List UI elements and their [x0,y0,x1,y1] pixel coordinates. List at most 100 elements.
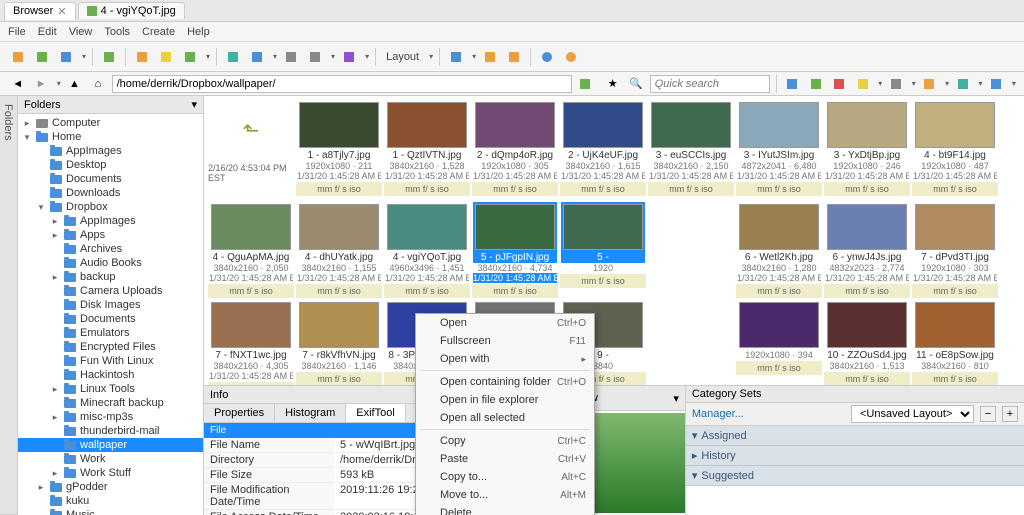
category-group-history[interactable]: ▸History [686,446,1024,466]
tab-browser[interactable]: Browser ✕ [4,2,76,20]
thumbnail[interactable]: 4 - bt9F14.jpg 1920x1080 · 487 1/31/20 1… [912,100,998,200]
new-icon[interactable] [8,47,28,67]
thumbnail[interactable]: 3 - IYutJSIm.jpg 4872x2041 · 6,480 1/31/… [736,100,822,200]
tree-item[interactable]: ▸Work Stuff [18,466,203,480]
thumbnail[interactable]: 3 - euSCCIs.jpg 3840x2160 · 2,150 1/31/2… [648,100,734,200]
context-fullscreen[interactable]: FullscreenF11 [416,332,594,350]
context-paste[interactable]: PasteCtrl+V [416,450,594,468]
thumbnail[interactable]: 5 - pJFgpIN.jpg 3840x2160 · 4,734 1/31/2… [472,202,558,298]
path-input[interactable] [112,75,572,93]
copy-icon[interactable] [156,47,176,67]
flag-green-icon[interactable] [806,74,825,94]
tree-toggle-icon[interactable]: ▸ [50,216,60,227]
flag-red-icon[interactable] [830,74,849,94]
info-tab-properties[interactable]: Properties [204,404,275,422]
menu-create[interactable]: Create [142,26,175,38]
search-input[interactable] [650,75,770,93]
globe-icon[interactable] [537,47,557,67]
tag-yellow-icon[interactable] [853,74,872,94]
thumbnail[interactable]: 11 - oE8pSow.jpg 3840x2160 · 810 mm f/ s… [912,300,998,385]
context-open-containing-folder[interactable]: Open containing folderCtrl+O [416,373,594,391]
context-open-in-file-explorer[interactable]: Open in file explorer [416,391,594,409]
context-open-all-selected[interactable]: Open all selected [416,409,594,427]
category-remove-button[interactable]: − [980,406,996,422]
pin-icon[interactable] [783,74,802,94]
tree-item[interactable]: Camera Uploads [18,284,203,298]
tree-item[interactable]: ▸AppImages [18,214,203,228]
thumbnail[interactable]: 5 - 1920 mm f/ s iso [560,202,646,298]
tree-item[interactable]: kuku [18,494,203,508]
preview-options-icon[interactable]: ▾ [673,392,679,405]
tree-item[interactable]: ▸Linux Tools [18,382,203,396]
tree-item[interactable]: thunderbird-mail [18,424,203,438]
rotate-left-icon[interactable] [480,47,500,67]
thumbnail[interactable]: 1 - a8Tjly7.jpg 1920x1080 · 211 1/31/20 … [296,100,382,200]
tree-item[interactable]: ▸backup [18,270,203,284]
help-icon[interactable] [561,47,581,67]
tree-toggle-icon[interactable]: ▾ [36,202,46,213]
tree-item[interactable]: Audio Books [18,256,203,270]
panel-options-icon[interactable]: ▾ [191,98,197,111]
thumbnail[interactable]: 4 - QguApMA.jpg 3840x2160 · 2,050 1/31/2… [208,202,294,298]
close-icon[interactable]: ✕ [57,5,66,18]
tree-item[interactable]: Fun With Linux [18,354,203,368]
up-directory[interactable]: ⬑2/16/20 4:53:04 PM EST [208,100,294,200]
home-icon[interactable]: ⌂ [88,74,107,94]
tree-item[interactable]: AppImages [18,144,203,158]
tree-item[interactable]: Emulators [18,326,203,340]
context-move-to[interactable]: Move to...Alt+M [416,486,594,504]
context-copy[interactable]: CopyCtrl+C [416,432,594,450]
tree-item[interactable]: Music [18,508,203,515]
thumbnail[interactable]: 7 - dPvd3TI.jpg 1920x1080 · 303 1/31/20 … [912,202,998,298]
tree-item[interactable]: Documents [18,172,203,186]
tree-item[interactable]: Archives [18,242,203,256]
thumbnail[interactable]: 7 - fNXT1wc.jpg 3840x2160 · 4,305 1/31/2… [208,300,294,385]
category-add-button[interactable]: + [1002,406,1018,422]
grid-icon[interactable] [281,47,301,67]
sort-icon[interactable] [305,47,325,67]
tree-item[interactable]: ▸Computer [18,116,203,130]
tree-item[interactable]: Work [18,452,203,466]
context-copy-to[interactable]: Copy to...Alt+C [416,468,594,486]
tree-toggle-icon[interactable]: ▾ [22,132,32,143]
paste-icon[interactable] [180,47,200,67]
tree-toggle-icon[interactable]: ▸ [36,482,46,493]
go-icon[interactable] [576,74,595,94]
category-layout-select[interactable]: <Unsaved Layout> [851,405,974,423]
tree-toggle-icon[interactable]: ▸ [50,384,60,395]
clip-icon[interactable] [886,74,905,94]
save-icon[interactable] [56,47,76,67]
category-group-suggested[interactable]: ▾Suggested [686,466,1024,486]
tree-toggle-icon[interactable]: ▸ [50,230,60,241]
favorite-icon[interactable]: ★ [603,74,622,94]
tree-item[interactable]: ▾Home [18,130,203,144]
up-icon[interactable]: ▲ [65,74,84,94]
color-icon[interactable] [953,74,972,94]
context-delete[interactable]: Delete [416,504,594,515]
tree-item[interactable]: ▸misc-mp3s [18,410,203,424]
tab-image[interactable]: 4 - vgiYQoT.jpg [78,2,185,19]
thumbnail[interactable]: 1 - QztIVTN.jpg 3840x2160 · 1,528 1/31/2… [384,100,470,200]
tree-item[interactable]: Encrypted Files [18,340,203,354]
menu-tools[interactable]: Tools [104,26,130,38]
side-tab-folders[interactable]: Folders [0,96,16,515]
tree-item[interactable]: wallpaper [18,438,203,452]
thumbnail[interactable]: 3 - YxDtjBp.jpg 1920x1080 · 246 1/31/20 … [824,100,910,200]
tree-item[interactable]: Hackintosh [18,368,203,382]
category-group-assigned[interactable]: ▾Assigned [686,426,1024,446]
menu-edit[interactable]: Edit [38,26,57,38]
tree-item[interactable]: Documents [18,312,203,326]
tree-toggle-icon[interactable]: ▸ [50,412,60,423]
tree-item[interactable]: ▸gPodder [18,480,203,494]
menu-help[interactable]: Help [187,26,210,38]
tree-item[interactable]: Minecraft backup [18,396,203,410]
zoom-icon[interactable] [446,47,466,67]
menu-view[interactable]: View [69,26,93,38]
cut-icon[interactable] [132,47,152,67]
tree-item[interactable]: Disk Images [18,298,203,312]
layout-label[interactable]: Layout [386,51,419,63]
star-icon[interactable] [987,74,1006,94]
thumbnail[interactable]: 2 - UjK4eUF.jpg 3840x2160 · 1,615 1/31/2… [560,100,646,200]
tree-toggle-icon[interactable]: ▸ [50,468,60,479]
search-icon[interactable]: 🔍 [626,74,645,94]
